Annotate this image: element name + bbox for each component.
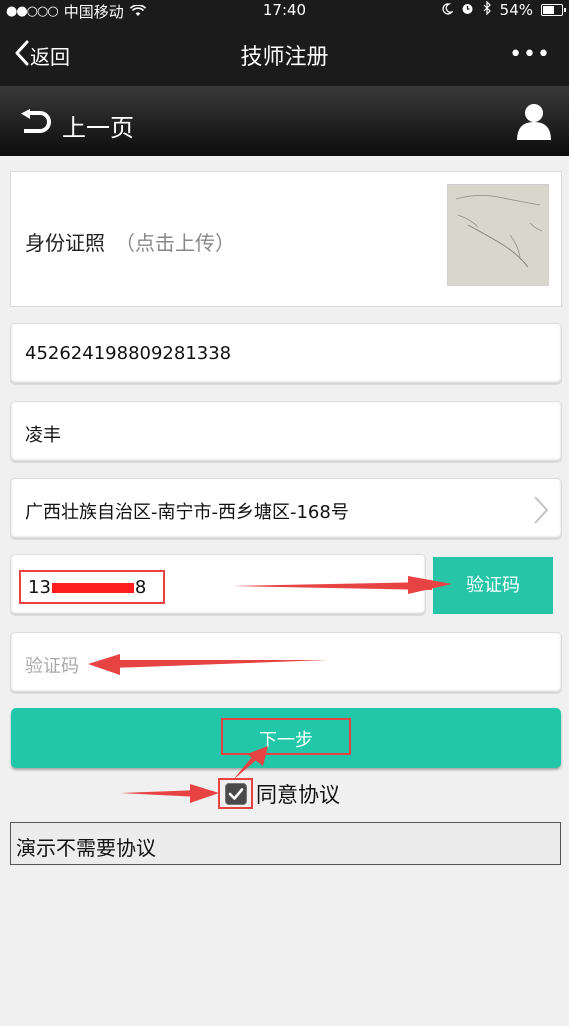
check-icon [228,787,243,800]
address-value: 广西壮族自治区-南宁市-西乡塘区-168号 [25,502,349,523]
id-photo-thumbnail[interactable] [447,184,549,286]
agreement-checkbox[interactable] [218,778,253,809]
alarm-icon [461,1,474,19]
checkbox-box [224,782,247,805]
battery-percent: 54% [499,1,533,19]
code-placeholder: 验证码 [25,656,79,677]
id-number-value: 452624198809281338 [25,343,232,364]
address-selector[interactable]: 广西壮族自治区-南宁市-西乡塘区-168号 [10,478,562,540]
page-title: 技师注册 [240,45,329,70]
next-step-label: 下一步 [259,730,313,751]
user-profile-icon[interactable] [515,102,553,144]
id-photo-upload[interactable]: 身份证照 （点击上传） [10,171,562,307]
name-value: 凌丰 [25,425,61,446]
next-highlight-box: 下一步 [221,718,351,755]
phone-highlight-box: 13 8 [19,570,165,604]
phone-value: 13 8 [28,577,146,598]
id-number-field[interactable]: 452624198809281338 [10,323,562,385]
arrow-to-checkbox [120,784,219,803]
prev-page-button[interactable]: 上一页 [18,108,134,143]
undo-arrow-icon [18,108,52,143]
phone-field[interactable]: 13 8 [10,554,426,616]
redaction-bar [51,583,134,593]
agreement-row: 同意协议 [218,778,340,809]
nav-bar: 返回 技师注册 ••• [0,22,569,86]
battery-icon [541,4,566,16]
get-code-button[interactable]: 验证码 [433,557,553,614]
phone-prefix: 13 [28,577,51,598]
more-menu-button[interactable]: ••• [509,42,551,67]
demo-note-box: 演示不需要协议 [10,822,561,865]
sub-header: 上一页 [0,86,569,156]
prev-page-label: 上一页 [62,114,134,142]
demo-note-text: 演示不需要协议 [16,836,156,860]
phone-suffix: 8 [134,577,147,598]
name-field[interactable]: 凌丰 [10,401,562,463]
agreement-label: 同意协议 [256,782,340,807]
verification-code-input[interactable]: 验证码 [10,632,562,694]
chevron-right-icon [533,495,549,529]
bluetooth-icon [482,0,492,19]
next-step-button[interactable]: 下一步 [11,708,561,768]
status-bar: ●●○○○ 中国移动 17:40 54% [0,0,569,22]
moon-icon [441,1,454,19]
id-photo-label: 身份证照 （点击上传） [25,227,235,256]
upload-hint: （点击上传） [115,231,235,255]
id-photo-title: 身份证照 [25,231,105,255]
